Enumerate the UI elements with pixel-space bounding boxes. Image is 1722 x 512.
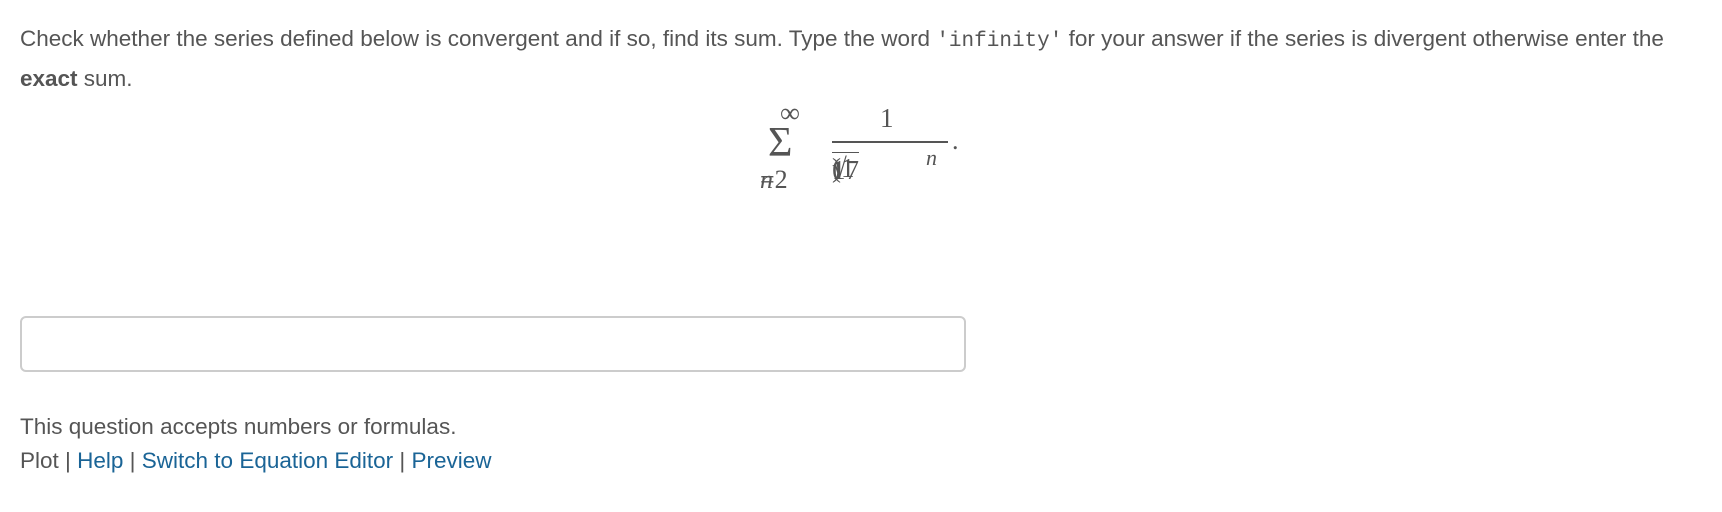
answer-input[interactable] — [20, 316, 966, 372]
question-text: Check whether the series defined below i… — [20, 20, 1700, 97]
separator: | — [58, 448, 78, 473]
answer-tools-links: Plot | Help | Switch to Equation Editor … — [20, 446, 492, 476]
help-link[interactable]: Help — [77, 448, 123, 473]
separator: | — [393, 448, 412, 473]
accepts-formulas-note: This question accepts numbers or formula… — [20, 414, 457, 439]
series-formula: ∞ Σ n =2 1 (1 √ 17) n . — [760, 100, 960, 200]
infinity-keyword: 'infinity' — [936, 30, 1063, 53]
preview-link[interactable]: Preview — [412, 448, 492, 473]
sum-index-start: =2 — [760, 165, 788, 194]
switch-to-equation-editor-link[interactable]: Switch to Equation Editor — [142, 448, 393, 473]
question-text-part3: sum. — [77, 66, 133, 91]
separator: | — [123, 448, 142, 473]
formula-period: . — [952, 126, 959, 155]
fraction-bar — [832, 141, 948, 143]
question-text-part2: for your answer if the series is diverge… — [1062, 26, 1664, 51]
sigma-symbol: Σ — [768, 120, 793, 166]
exact-keyword: exact — [20, 66, 78, 91]
question-text-part1: Check whether the series defined below i… — [20, 26, 937, 51]
plot-label: Plot — [20, 448, 59, 473]
den-close: ) — [832, 153, 841, 183]
fraction-numerator: 1 — [880, 103, 894, 133]
denominator-exponent: n — [926, 145, 937, 170]
